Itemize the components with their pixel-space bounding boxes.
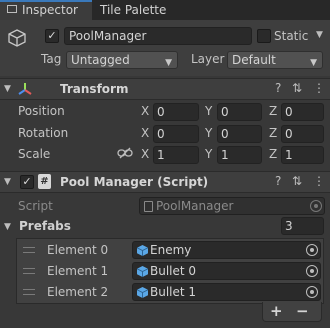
active-checkbox[interactable]: ✓ bbox=[45, 29, 59, 43]
script-field: PoolManager bbox=[139, 197, 325, 215]
axis-z-label: Z bbox=[269, 147, 278, 161]
axis-z-label: Z bbox=[269, 104, 278, 118]
scale-y-field[interactable]: 1 bbox=[217, 146, 262, 164]
static-dropdown-arrow-icon[interactable]: ▼ bbox=[316, 30, 323, 40]
fold-open-icon[interactable]: ▼ bbox=[4, 84, 11, 94]
gameobject-cube-icon bbox=[8, 29, 26, 47]
object-name-field[interactable]: PoolManager bbox=[64, 27, 252, 45]
presets-icon[interactable]: ⇅ bbox=[292, 174, 302, 188]
prefabs-size-field[interactable]: 3 bbox=[281, 217, 324, 235]
element-label: Element 0 bbox=[47, 243, 109, 257]
object-picker-icon[interactable] bbox=[306, 286, 318, 298]
tag-dropdown[interactable]: Untagged ▼ bbox=[66, 51, 178, 69]
script-file-icon bbox=[144, 201, 153, 212]
rotation-x-field[interactable]: 0 bbox=[153, 125, 199, 143]
presets-icon[interactable]: ⇅ bbox=[292, 81, 302, 95]
help-icon[interactable]: ? bbox=[275, 174, 281, 188]
object-picker-icon[interactable] bbox=[306, 265, 318, 277]
axis-x-label: X bbox=[141, 104, 150, 118]
tab-tile-palette[interactable]: Tile Palette bbox=[92, 0, 202, 20]
script-label: Script bbox=[18, 199, 53, 213]
position-y-field[interactable]: 0 bbox=[217, 103, 262, 121]
static-label: Static bbox=[274, 29, 309, 43]
csharp-script-icon: # bbox=[38, 174, 51, 189]
script-enabled-checkbox[interactable]: ✓ bbox=[20, 175, 34, 189]
tab-selected-indicator bbox=[0, 0, 92, 2]
axis-y-label: Y bbox=[205, 104, 213, 118]
layer-label: Layer bbox=[191, 52, 225, 66]
scale-x-field[interactable]: 1 bbox=[153, 146, 199, 164]
rotation-z-field[interactable]: 0 bbox=[281, 125, 324, 143]
chevron-down-icon: ▼ bbox=[165, 58, 172, 68]
scale-label: Scale bbox=[18, 147, 51, 161]
fold-open-icon[interactable]: ▼ bbox=[4, 177, 11, 187]
object-picker-icon[interactable] bbox=[306, 244, 318, 256]
transform-icon bbox=[18, 83, 32, 95]
layer-dropdown[interactable]: Default ▼ bbox=[227, 51, 323, 69]
object-picker-icon bbox=[310, 200, 322, 212]
prefabs-label[interactable]: Prefabs bbox=[19, 219, 71, 233]
transform-title: Transform bbox=[60, 82, 129, 96]
rotation-y-field[interactable]: 0 bbox=[217, 125, 262, 143]
prefab-icon bbox=[137, 266, 148, 277]
check-icon: ✓ bbox=[22, 175, 32, 188]
add-element-button[interactable]: + bbox=[270, 302, 283, 320]
help-icon[interactable]: ? bbox=[275, 81, 281, 95]
drag-handle-icon[interactable] bbox=[23, 268, 35, 274]
chevron-down-icon: ▼ bbox=[310, 58, 317, 68]
position-label: Position bbox=[18, 104, 65, 118]
rotation-label: Rotation bbox=[18, 126, 69, 140]
position-z-field[interactable]: 0 bbox=[281, 103, 324, 121]
position-x-field[interactable]: 0 bbox=[153, 103, 199, 121]
axis-x-label: X bbox=[141, 126, 150, 140]
element-0-field[interactable]: Enemy bbox=[132, 241, 321, 259]
drag-handle-icon[interactable] bbox=[23, 289, 35, 295]
fold-open-icon[interactable]: ▼ bbox=[4, 222, 11, 232]
axis-y-label: Y bbox=[205, 126, 213, 140]
pool-manager-title: Pool Manager (Script) bbox=[60, 175, 209, 189]
prefab-icon bbox=[137, 245, 148, 256]
element-2-field[interactable]: Bullet 1 bbox=[132, 283, 321, 301]
scale-z-field[interactable]: 1 bbox=[281, 146, 324, 164]
axis-z-label: Z bbox=[269, 126, 278, 140]
element-label: Element 2 bbox=[47, 285, 109, 299]
element-1-field[interactable]: Bullet 0 bbox=[132, 262, 321, 280]
element-label: Element 1 bbox=[47, 264, 109, 278]
constrain-proportions-link-icon[interactable] bbox=[117, 147, 133, 159]
remove-element-button[interactable]: − bbox=[296, 302, 309, 320]
axis-y-label: Y bbox=[205, 147, 213, 161]
check-icon: ✓ bbox=[47, 29, 57, 42]
axis-x-label: X bbox=[141, 147, 150, 161]
more-options-icon[interactable]: ⋮ bbox=[313, 174, 325, 188]
prefab-icon bbox=[137, 287, 148, 298]
tag-label: Tag bbox=[41, 52, 62, 66]
menu-icon bbox=[7, 5, 17, 13]
more-options-icon[interactable]: ⋮ bbox=[313, 81, 325, 95]
tab-inspector[interactable]: Inspector bbox=[0, 0, 92, 20]
drag-handle-icon[interactable] bbox=[23, 247, 35, 253]
static-checkbox[interactable] bbox=[257, 29, 271, 43]
